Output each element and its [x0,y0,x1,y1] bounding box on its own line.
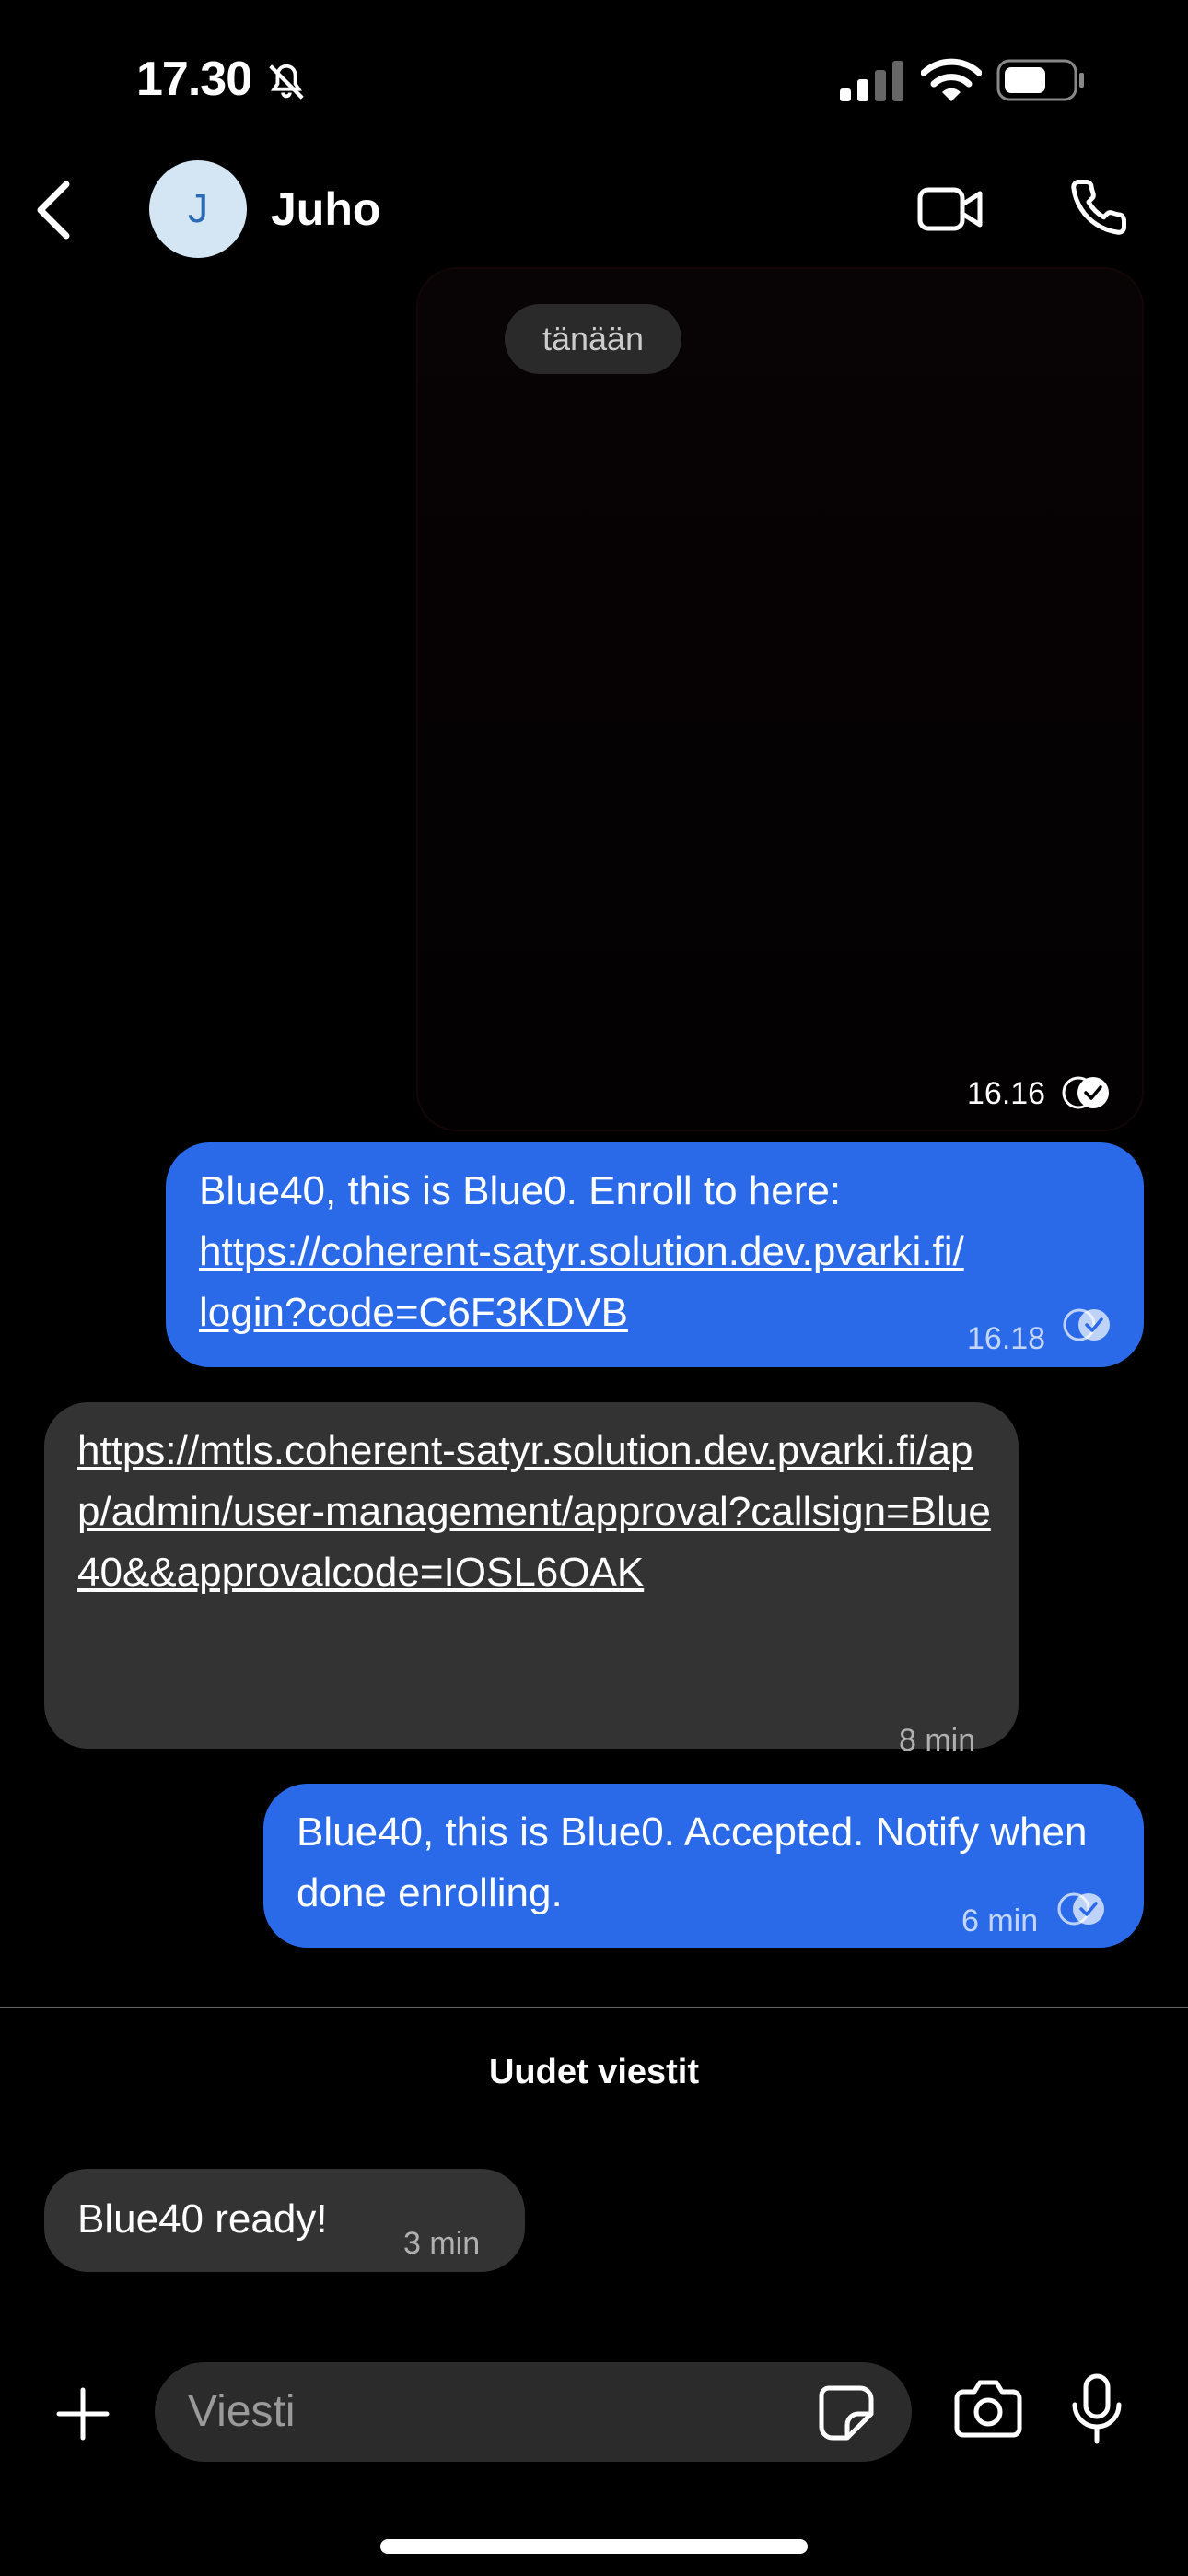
message-time: 3 min [403,2226,481,2261]
cellular-signal-icon [840,61,903,101]
read-receipt-icon [1062,1076,1109,1109]
message-time: 6 min [961,1903,1039,1938]
chevron-left-icon[interactable] [28,175,79,245]
wifi-icon [921,58,982,101]
bell-muted-icon [269,64,304,100]
avatar[interactable]: J [149,160,247,258]
media-message[interactable] [416,267,1144,1131]
new-messages-divider [0,2007,1188,2008]
message-time: 8 min [899,1723,976,1758]
video-call-icon[interactable] [917,181,984,238]
outgoing-message[interactable]: Blue40, this is Blue0. Accepted. Notify … [263,1784,1144,1948]
incoming-message[interactable]: Blue40 ready! 3 min [44,2169,525,2272]
avatar-letter: J [188,186,208,231]
message-time: 16.16 [967,1076,1046,1111]
status-time: 17.30 [136,53,252,106]
read-receipt-icon [1057,1892,1104,1926]
message-input[interactable]: Viesti [155,2362,912,2462]
outgoing-message[interactable]: Blue40, this is Blue0. Enroll to here: h… [166,1142,1144,1367]
message-time: 16.18 [967,1321,1046,1356]
message-link[interactable]: login?code=C6F3KDVB [199,1282,628,1343]
message-link[interactable]: https://mtls.coherent-satyr.solution.dev… [77,1421,998,1603]
camera-icon[interactable] [954,2377,1022,2438]
phone-call-icon[interactable] [1068,177,1129,238]
contact-name[interactable]: Juho [271,182,380,236]
sticker-icon[interactable] [816,2383,877,2443]
message-text: Blue40, this is Blue0. Enroll to here: [199,1168,842,1213]
new-messages-label: Uudet viestit [488,2053,700,2091]
home-indicator[interactable] [380,2539,808,2554]
message-text: Blue40 ready! [77,2196,328,2242]
message-link[interactable]: https://coherent-satyr.solution.dev.pvar… [199,1222,964,1282]
plus-icon[interactable] [52,2383,114,2445]
read-receipt-icon [1063,1308,1110,1341]
date-divider: tänään [505,304,681,374]
battery-icon [996,59,1084,101]
message-input-placeholder: Viesti [188,2387,296,2436]
microphone-icon[interactable] [1068,2373,1125,2445]
incoming-message[interactable]: https://mtls.coherent-satyr.solution.dev… [44,1402,1019,1758]
